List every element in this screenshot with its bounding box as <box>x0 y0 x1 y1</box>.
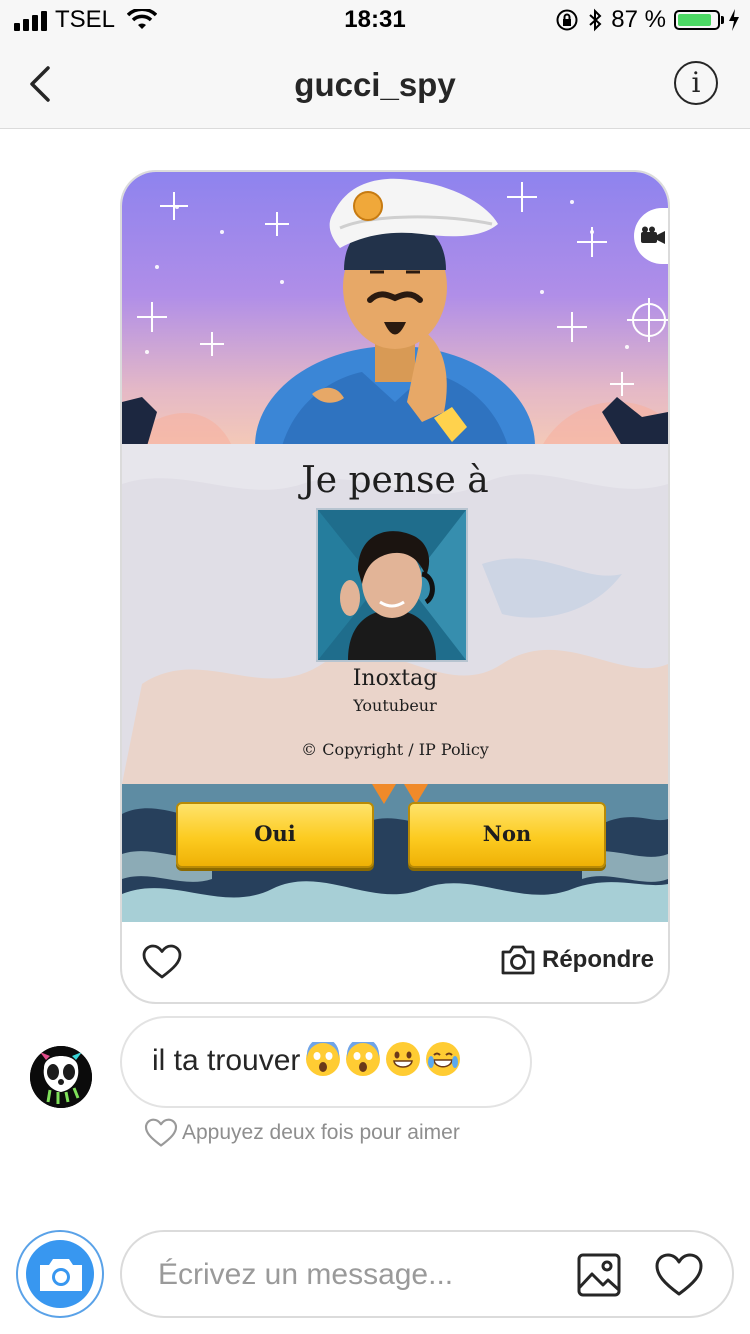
non-button[interactable]: Non <box>408 802 606 868</box>
gallery-icon[interactable] <box>576 1252 622 1298</box>
tears-of-joy-emoji-icon <box>426 1042 461 1076</box>
message-text: il ta trouver <box>152 1044 301 1077</box>
message-composer <box>120 1230 734 1318</box>
akinator-screenshot[interactable]: Je pense à Inoxtag Youtubeur © Copyright… <box>122 172 668 922</box>
copyright-link[interactable]: © Copyright / IP Policy <box>122 740 668 759</box>
chat-header: gucci_spy i <box>0 40 750 129</box>
camera-button[interactable] <box>16 1230 104 1318</box>
grinning-face-emoji-icon <box>386 1042 421 1076</box>
character-photo <box>316 508 468 662</box>
camera-icon <box>40 1259 82 1291</box>
result-heading: Je pense à <box>301 460 489 501</box>
double-tap-like-hint[interactable]: Appuyez deux fois pour aimer <box>144 1118 460 1148</box>
charging-bolt-icon <box>729 9 739 31</box>
status-bar: TSEL 18:31 87 % <box>0 0 750 40</box>
akinator-sky <box>122 172 668 546</box>
oui-button[interactable]: Oui <box>176 802 374 868</box>
card-footer: Répondre <box>122 922 668 1002</box>
battery-level <box>678 14 711 26</box>
screaming-face-emoji-icon <box>306 1042 341 1076</box>
message-text-row: il ta trouver <box>152 1042 461 1078</box>
battery-percent: 87 % <box>611 6 666 33</box>
info-button[interactable]: i <box>674 61 718 105</box>
orientation-lock-icon <box>556 9 578 31</box>
reply-label: Répondre <box>541 946 654 973</box>
shared-post-card[interactable]: Je pense à Inoxtag Youtubeur © Copyright… <box>120 170 670 1004</box>
battery-icon <box>674 10 724 30</box>
like-hint-label: Appuyez deux fois pour aimer <box>182 1121 460 1144</box>
like-heart-icon[interactable] <box>654 1252 704 1298</box>
heart-outline-icon <box>144 1118 178 1147</box>
akinator-scene <box>122 178 668 546</box>
status-right: 87 % <box>555 6 740 34</box>
chat-title[interactable]: gucci_spy <box>0 66 750 104</box>
bluetooth-icon <box>589 8 602 32</box>
video-camera-icon <box>641 226 665 244</box>
message-input[interactable] <box>158 1250 538 1300</box>
character-role: Youtubeur <box>353 696 437 715</box>
heart-icon[interactable] <box>142 944 182 980</box>
message-bubble[interactable]: il ta trouver <box>120 1016 532 1108</box>
reply-button[interactable]: Répondre <box>500 944 654 976</box>
character-name: Inoxtag <box>352 666 438 691</box>
camera-icon <box>501 945 535 975</box>
avatar[interactable] <box>30 1046 92 1108</box>
screaming-face-emoji-icon <box>346 1042 381 1076</box>
